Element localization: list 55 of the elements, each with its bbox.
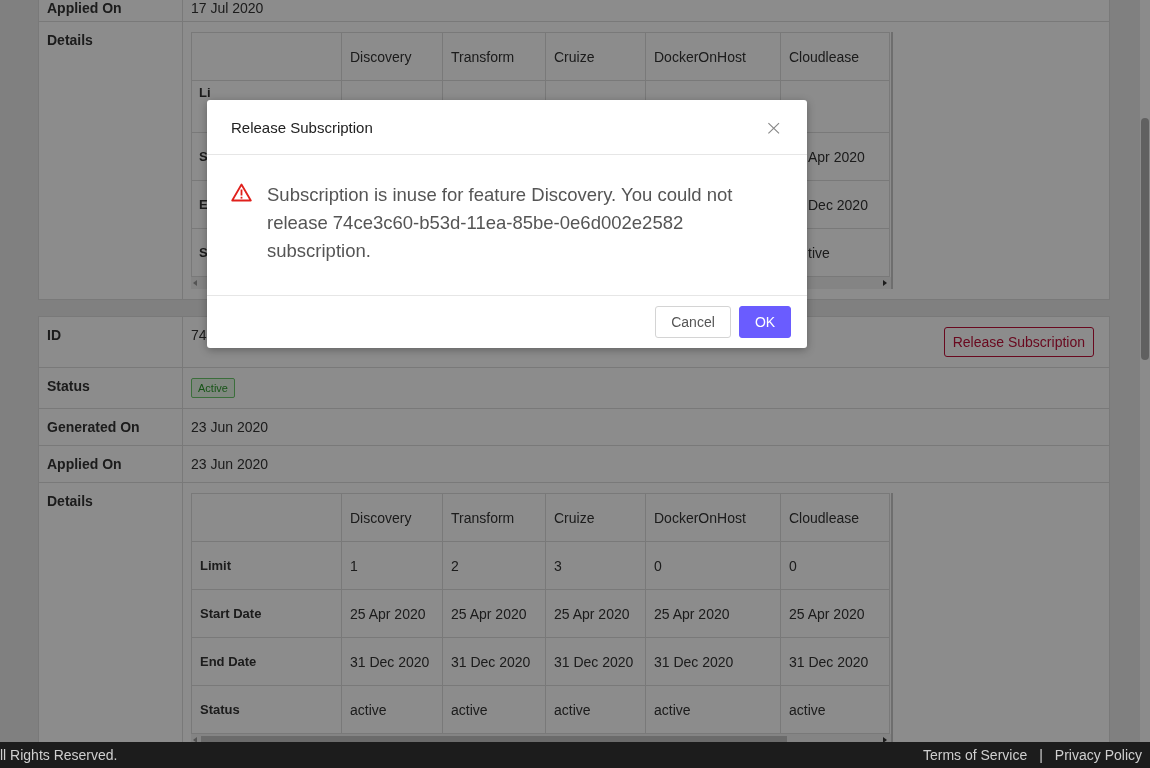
column-header: Cloudlease bbox=[780, 493, 890, 542]
column-header: Transform bbox=[442, 32, 546, 81]
row-header: Status bbox=[191, 685, 342, 734]
column-header: Cruize bbox=[545, 493, 646, 542]
table-cell: 25 Apr 2020 bbox=[645, 589, 781, 638]
row-header: End Date bbox=[191, 637, 342, 686]
status-badge: Active bbox=[191, 378, 235, 398]
field-label: ID bbox=[47, 327, 61, 343]
field-label: Generated On bbox=[47, 419, 140, 435]
table-cell: active bbox=[645, 685, 781, 734]
column-header: DockerOnHost bbox=[645, 32, 781, 81]
column-header: DockerOnHost bbox=[645, 493, 781, 542]
table-cell: 25 Apr 2020 bbox=[442, 589, 546, 638]
table-cell: 25 Apr 2020 bbox=[780, 589, 890, 638]
table-cell: 0 bbox=[645, 541, 781, 590]
table-cell: 1 bbox=[341, 541, 443, 590]
field-label: Details bbox=[47, 493, 93, 509]
table-cell: active bbox=[442, 685, 546, 734]
table-cell: 0 bbox=[780, 541, 890, 590]
copyright-text: ll Rights Reserved. bbox=[0, 747, 118, 763]
table-cell: active bbox=[341, 685, 443, 734]
vertical-scrollbar[interactable] bbox=[1140, 0, 1150, 742]
field-value: 17 Jul 2020 bbox=[191, 0, 264, 16]
release-subscription-button[interactable]: Release Subscription bbox=[943, 327, 1094, 357]
column-header: Transform bbox=[442, 493, 546, 542]
column-header: Discovery bbox=[341, 493, 443, 542]
separator-text: | bbox=[1039, 747, 1043, 763]
footer-link[interactable]: Terms of Service bbox=[922, 747, 1028, 763]
field-value: 23 Jun 2020 bbox=[191, 419, 269, 435]
field-value: 23 Jun 2020 bbox=[191, 456, 269, 472]
field-label: Status bbox=[47, 378, 90, 394]
table-cell: 31 Dec 2020 bbox=[545, 637, 646, 686]
table-cell: 31 Dec 2020 bbox=[341, 637, 443, 686]
table-cell: 3 bbox=[545, 541, 646, 590]
row-header: Start Date bbox=[191, 589, 342, 638]
cancel-button[interactable]: Cancel bbox=[655, 306, 731, 338]
warning-icon bbox=[231, 183, 252, 202]
table-cell: 25 Apr 2020 bbox=[341, 589, 443, 638]
field-label: Applied On bbox=[47, 456, 122, 472]
field-value: 74 bbox=[191, 327, 207, 343]
row-header: Limit bbox=[191, 541, 342, 590]
column-header: Cloudlease bbox=[780, 32, 890, 81]
table-cell: 31 Dec 2020 bbox=[645, 637, 781, 686]
footer-link[interactable]: Privacy Policy bbox=[1054, 747, 1142, 763]
table-cell: 31 Dec 2020 bbox=[442, 637, 546, 686]
field-label: Details bbox=[47, 32, 93, 48]
column-header: Discovery bbox=[341, 32, 443, 81]
field-label: Applied On bbox=[47, 0, 122, 16]
table-cell: 31 Dec 2020 bbox=[780, 637, 890, 686]
table-cell: active bbox=[780, 685, 890, 734]
table-cell: 25 Apr 2020 bbox=[545, 589, 646, 638]
table-cell: 2 bbox=[442, 541, 546, 590]
column-header: Cruize bbox=[545, 32, 646, 81]
ok-button[interactable]: OK bbox=[739, 306, 791, 338]
table-cell: active bbox=[545, 685, 646, 734]
